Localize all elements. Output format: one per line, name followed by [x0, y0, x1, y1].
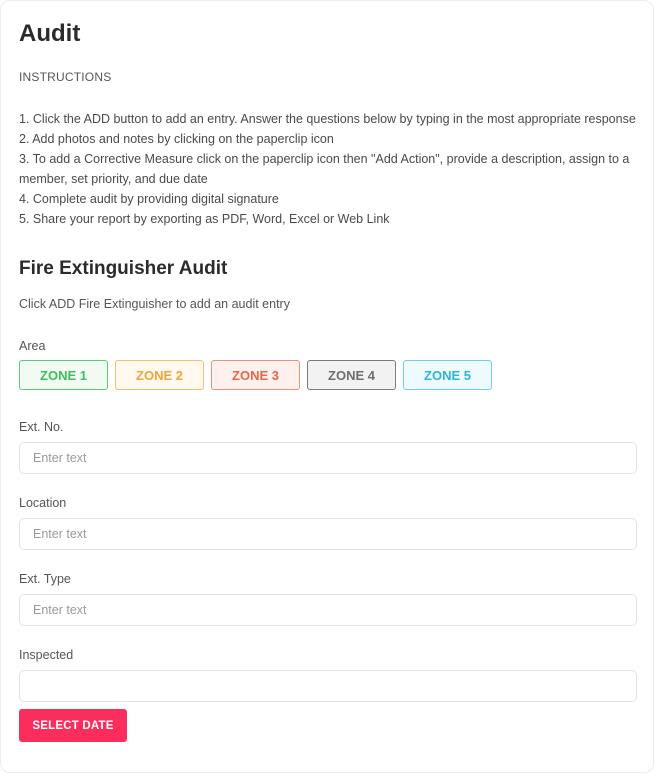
zone-4-button[interactable]: ZONE 4 — [307, 360, 396, 390]
zone-1-button[interactable]: ZONE 1 — [19, 360, 108, 390]
instructions-list: 1. Click the ADD button to add an entry.… — [19, 109, 637, 229]
ext-no-label: Ext. No. — [19, 420, 64, 434]
instruction-line: 1. Click the ADD button to add an entry.… — [19, 112, 636, 126]
section-title: Fire Extinguisher Audit — [19, 258, 228, 279]
select-date-button[interactable]: SELECT DATE — [19, 709, 127, 742]
instruction-line: 2. Add photos and notes by clicking on t… — [19, 132, 334, 146]
area-label: Area — [19, 339, 46, 353]
ext-type-input[interactable] — [19, 594, 637, 626]
zone-5-button[interactable]: ZONE 5 — [403, 360, 492, 390]
ext-no-input[interactable] — [19, 442, 637, 474]
page-title: Audit — [19, 20, 81, 47]
ext-type-field: Ext. Type — [19, 571, 637, 626]
inspected-date-input[interactable] — [19, 670, 637, 702]
instruction-line: 4. Complete audit by providing digital s… — [19, 192, 279, 206]
location-label: Location — [19, 496, 67, 510]
audit-content: Audit INSTRUCTIONS 1. Click the ADD butt… — [19, 19, 637, 742]
instructions-heading: INSTRUCTIONS — [19, 70, 112, 84]
instruction-line: 3. To add a Corrective Measure click on … — [19, 152, 630, 186]
zone-selector: ZONE 1 ZONE 2 ZONE 3 ZONE 4 ZONE 5 — [19, 360, 637, 390]
instruction-line: 5. Share your report by exporting as PDF… — [19, 212, 390, 226]
inspected-label: Inspected — [19, 648, 74, 662]
zone-2-button[interactable]: ZONE 2 — [115, 360, 204, 390]
audit-card: Audit INSTRUCTIONS 1. Click the ADD butt… — [0, 0, 654, 773]
ext-no-field: Ext. No. — [19, 419, 637, 474]
location-input[interactable] — [19, 518, 637, 550]
ext-type-label: Ext. Type — [19, 572, 71, 586]
section-description: Click ADD Fire Extinguisher to add an au… — [19, 297, 290, 311]
inspected-field: Inspected SELECT DATE — [19, 647, 637, 742]
location-field: Location — [19, 495, 637, 550]
zone-3-button[interactable]: ZONE 3 — [211, 360, 300, 390]
